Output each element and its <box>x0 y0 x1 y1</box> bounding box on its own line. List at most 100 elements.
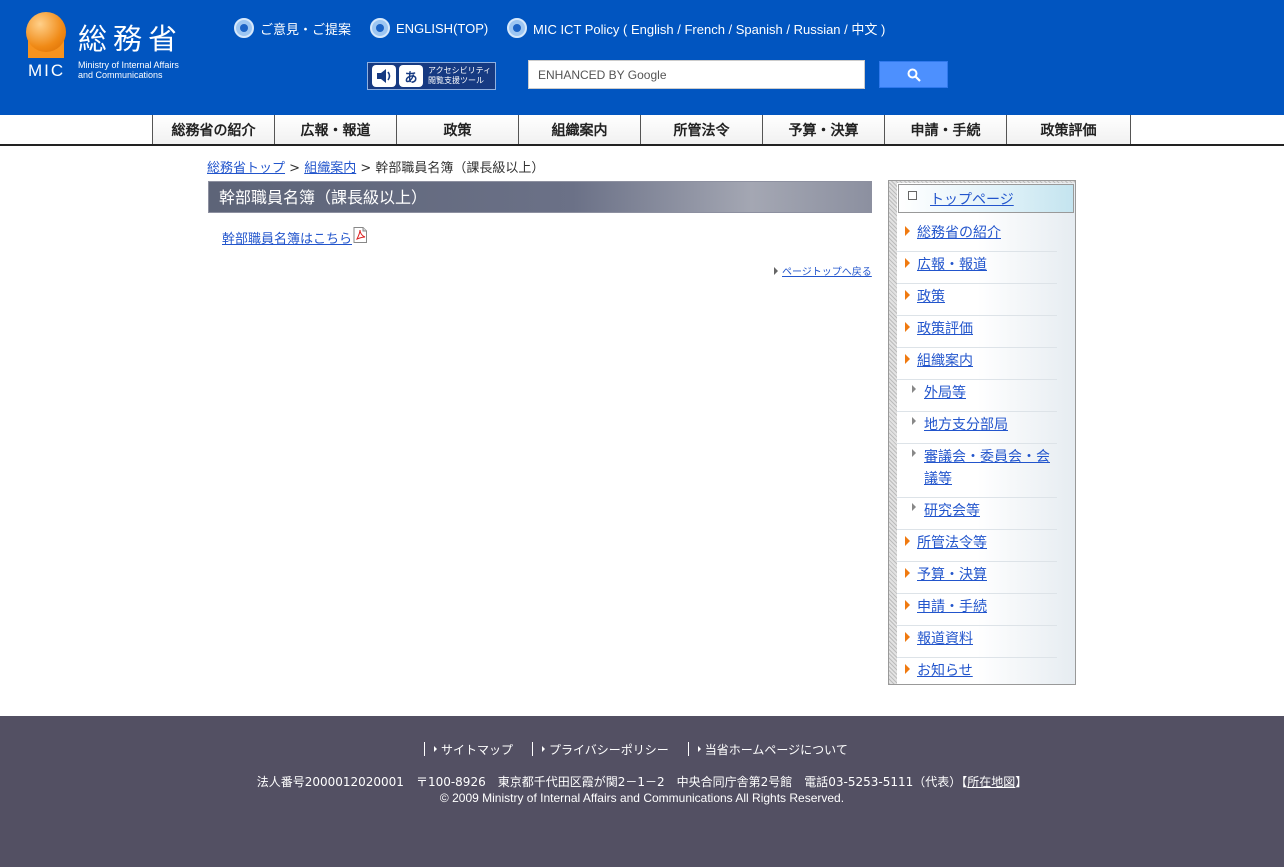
accessibility-label-line1: アクセシビリティ <box>428 66 492 75</box>
sidebar-link[interactable]: 申請・手続 <box>917 596 987 616</box>
sidebar-panel: トップページ 総務省の紹介 広報・報道 政策 政策評価 組織案内 外局等 地方支… <box>897 183 1075 684</box>
sidebar-subitem-regional-offices: 地方支分部局 <box>897 412 1057 444</box>
gnav-organization[interactable]: 組織案内 <box>518 115 640 144</box>
sidebar-item-policy: 政策 <box>897 284 1057 316</box>
sidebar-link[interactable]: 政策 <box>917 286 945 306</box>
gray-arrow-icon <box>912 449 916 457</box>
sidebar-link[interactable]: 外局等 <box>924 382 966 402</box>
gray-arrow-icon <box>912 417 916 425</box>
footer-link-label: サイトマップ <box>441 742 514 757</box>
orange-arrow-icon <box>905 664 910 674</box>
sidebar-link[interactable]: 報道資料 <box>917 628 973 648</box>
gnav-budget[interactable]: 予算・決算 <box>762 115 884 144</box>
sidebar-item-press: 広報・報道 <box>897 252 1057 284</box>
gnav-laws[interactable]: 所管法令 <box>640 115 762 144</box>
orange-arrow-icon <box>905 536 910 546</box>
sidebar-subitem-study-groups: 研究会等 <box>897 498 1057 530</box>
sidebar-link[interactable]: 総務省の紹介 <box>917 222 1001 242</box>
logo-subtitle: Ministry of Internal Affairs and Communi… <box>78 60 179 80</box>
orange-arrow-icon <box>905 568 910 578</box>
white-arrow-icon <box>697 746 701 752</box>
footer-link-label: プライバシーポリシー <box>549 742 669 757</box>
page-top-link[interactable]: ページトップへ戻る <box>782 263 872 278</box>
footer-link-about-site[interactable]: 当省ホームページについて <box>687 742 848 757</box>
logo-kanji: 総務省 <box>78 22 184 56</box>
pdf-link-row: 幹部職員名簿はこちら <box>222 227 368 247</box>
gnav-applications[interactable]: 申請・手続 <box>884 115 1006 144</box>
address-text: 法人番号2000012020001 〒100-8926 東京都千代田区霞が関2－… <box>256 775 962 789</box>
radio-bullet-icon <box>234 18 254 38</box>
gnav-evaluation[interactable]: 政策評価 <box>1006 115 1131 144</box>
orange-arrow-icon <box>905 322 910 332</box>
breadcrumb-organization[interactable]: 組織案内 <box>304 161 356 176</box>
sidebar-link[interactable]: 審議会・委員会・会議等 <box>924 446 1054 490</box>
square-bullet-icon <box>908 191 917 200</box>
gray-arrow-icon <box>912 503 916 511</box>
sidebar-link[interactable]: 所管法令等 <box>917 532 987 552</box>
search-input[interactable] <box>528 60 865 89</box>
sidebar-nav: トップページ 総務省の紹介 広報・報道 政策 政策評価 組織案内 外局等 地方支… <box>888 180 1076 685</box>
breadcrumb-home[interactable]: 総務省トップ <box>207 161 285 176</box>
page-top-row: ページトップへ戻る <box>774 263 872 278</box>
sidebar-link[interactable]: お知らせ <box>917 660 973 680</box>
top-link-label: ENGLISH(TOP) <box>396 20 489 36</box>
sidebar-item-applications: 申請・手続 <box>897 594 1057 626</box>
sidebar-link[interactable]: 地方支分部局 <box>924 414 1008 434</box>
accessibility-label-line2: 閲覧支援ツール <box>428 76 484 85</box>
breadcrumb-separator: > <box>360 161 372 176</box>
sidebar-item-organization: 組織案内 <box>897 348 1057 380</box>
sidebar-item-about: 総務省の紹介 <box>897 220 1057 252</box>
gray-arrow-icon <box>912 385 916 393</box>
white-arrow-icon <box>434 746 437 752</box>
sidebar-subitem-councils: 審議会・委員会・会議等 <box>897 444 1057 498</box>
sidebar-link[interactable]: 広報・報道 <box>917 254 987 274</box>
sidebar-item-press-releases: 報道資料 <box>897 626 1057 658</box>
mic-logo[interactable]: 総務省 MIC Ministry of Internal Affairs and… <box>26 12 208 80</box>
gnav-policy[interactable]: 政策 <box>396 115 518 144</box>
sidebar-link[interactable]: 組織案内 <box>917 350 973 370</box>
breadcrumb-separator: > <box>289 161 301 176</box>
sidebar-item-notices: お知らせ <box>897 658 1057 684</box>
global-nav: 総務省の紹介 広報・報道 政策 組織案内 所管法令 予算・決算 申請・手続 政策… <box>0 115 1284 146</box>
footer-link-label: 当省ホームページについて <box>704 742 848 757</box>
accessibility-tool-button[interactable]: あ アクセシビリティ 閲覧支援ツール <box>367 62 496 90</box>
page-title: 幹部職員名簿（課長級以上） <box>208 181 872 213</box>
orange-arrow-icon <box>905 258 910 268</box>
radio-bullet-icon <box>507 18 527 38</box>
gnav-press[interactable]: 広報・報道 <box>274 115 396 144</box>
radio-bullet-icon <box>370 18 390 38</box>
sidebar-link[interactable]: 研究会等 <box>924 500 980 520</box>
accessibility-label: アクセシビリティ 閲覧支援ツール <box>428 66 492 86</box>
executive-list-pdf-link[interactable]: 幹部職員名簿はこちら <box>222 228 352 247</box>
orange-arrow-icon <box>905 290 910 300</box>
white-arrow-icon <box>542 746 546 752</box>
footer-links: サイトマップ プライバシーポリシー 当省ホームページについて <box>424 742 867 758</box>
sidebar-item-laws: 所管法令等 <box>897 530 1057 562</box>
top-link-ict-policy[interactable]: MIC ICT Policy ( English / French / Span… <box>507 18 885 38</box>
search-icon <box>907 68 921 82</box>
top-link-feedback[interactable]: ご意見・ご提案 <box>234 18 351 38</box>
footer-link-privacy[interactable]: プライバシーポリシー <box>532 742 669 757</box>
site-footer: サイトマップ プライバシーポリシー 当省ホームページについて 法人番号20000… <box>0 716 1284 867</box>
search-button[interactable] <box>879 61 948 88</box>
sidebar-link[interactable]: 予算・決算 <box>917 564 987 584</box>
top-link-english[interactable]: ENGLISH(TOP) <box>370 18 488 38</box>
sidebar-item-evaluation: 政策評価 <box>897 316 1057 348</box>
footer-link-sitemap[interactable]: サイトマップ <box>424 742 514 757</box>
bracket-close: 】 <box>1015 775 1028 789</box>
breadcrumb: 総務省トップ > 組織案内 > 幹部職員名簿（課長級以上） <box>207 157 544 176</box>
orange-arrow-icon <box>905 632 910 642</box>
sidebar-item-top-page[interactable]: トップページ <box>930 189 1014 209</box>
location-map-link[interactable]: 所在地図 <box>967 775 1015 789</box>
copyright: © 2009 Ministry of Internal Affairs and … <box>439 791 845 805</box>
orange-arrow-icon <box>905 354 910 364</box>
speaker-icon <box>372 65 396 87</box>
sidebar-top-page: トップページ <box>898 184 1074 213</box>
sidebar-link[interactable]: 政策評価 <box>917 318 973 338</box>
orange-arrow-icon <box>905 600 910 610</box>
logo-orange-ball <box>26 12 66 52</box>
arrow-right-icon <box>774 266 778 275</box>
gnav-about[interactable]: 総務省の紹介 <box>152 115 274 144</box>
logo-sub-line2: and Communications <box>78 70 163 80</box>
sidebar-subitem-external-bureaus: 外局等 <box>897 380 1057 412</box>
